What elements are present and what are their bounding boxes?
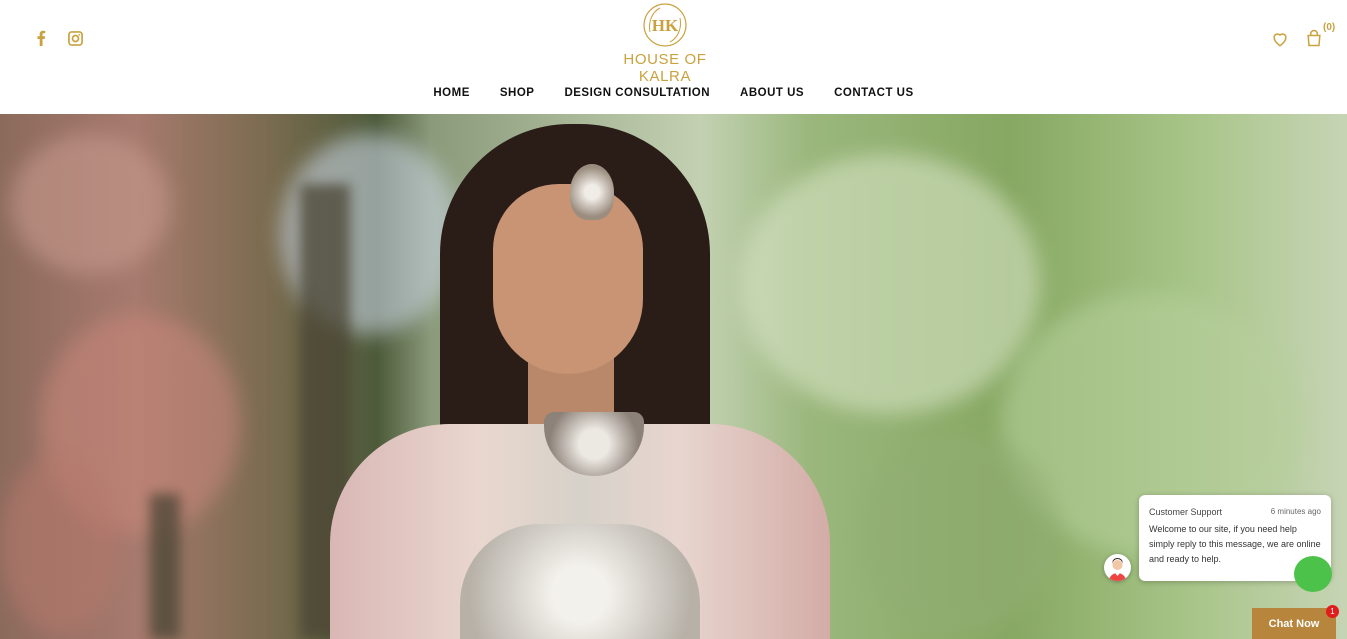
header-actions: (0) <box>1270 22 1335 48</box>
maang-tikka <box>570 164 614 220</box>
cart-count: (0) <box>1323 22 1336 33</box>
sequin-bodice <box>460 524 700 639</box>
model-photo <box>330 124 830 639</box>
nav-item-design-consultation[interactable]: DESIGN CONSULTATION <box>549 84 725 102</box>
whatsapp-button[interactable] <box>1294 556 1332 592</box>
main-nav: HOME SHOP DESIGN CONSULTATION ABOUT US C… <box>0 84 1347 102</box>
nav-item-shop[interactable]: SHOP <box>485 84 550 102</box>
facebook-icon[interactable] <box>31 28 51 48</box>
bokeh-blur <box>0 454 120 634</box>
tree-trunk <box>150 494 180 639</box>
support-avatar[interactable] <box>1104 554 1131 581</box>
brand-logo[interactable]: HK HOUSE OF KALRA <box>595 2 735 85</box>
bokeh-blur <box>860 434 1060 634</box>
monogram-emblem: HK <box>642 2 688 48</box>
nav-item-contact-us[interactable]: CONTACT US <box>819 84 929 102</box>
brand-name: HOUSE OF KALRA <box>623 51 707 85</box>
heart-icon[interactable] <box>1270 26 1292 48</box>
model-face <box>493 184 643 374</box>
unread-badge: 1 <box>1326 605 1339 618</box>
monogram-text: HK <box>652 16 679 35</box>
site-header: HK HOUSE OF KALRA (0) HOME SHOP DESIGN C… <box>0 0 1347 114</box>
chat-message-header: Customer Support 6 minutes ago <box>1139 495 1331 517</box>
instagram-icon[interactable] <box>65 28 85 48</box>
shopping-bag-icon[interactable]: (0) <box>1304 22 1335 48</box>
chat-timestamp: 6 minutes ago <box>1270 507 1321 516</box>
chat-now-button[interactable]: Chat Now <box>1252 608 1336 639</box>
social-links <box>31 28 85 48</box>
nav-item-about-us[interactable]: ABOUT US <box>725 84 819 102</box>
nav-item-home[interactable]: HOME <box>418 84 485 102</box>
chat-agent-name: Customer Support <box>1149 507 1223 517</box>
bokeh-blur <box>10 134 170 274</box>
